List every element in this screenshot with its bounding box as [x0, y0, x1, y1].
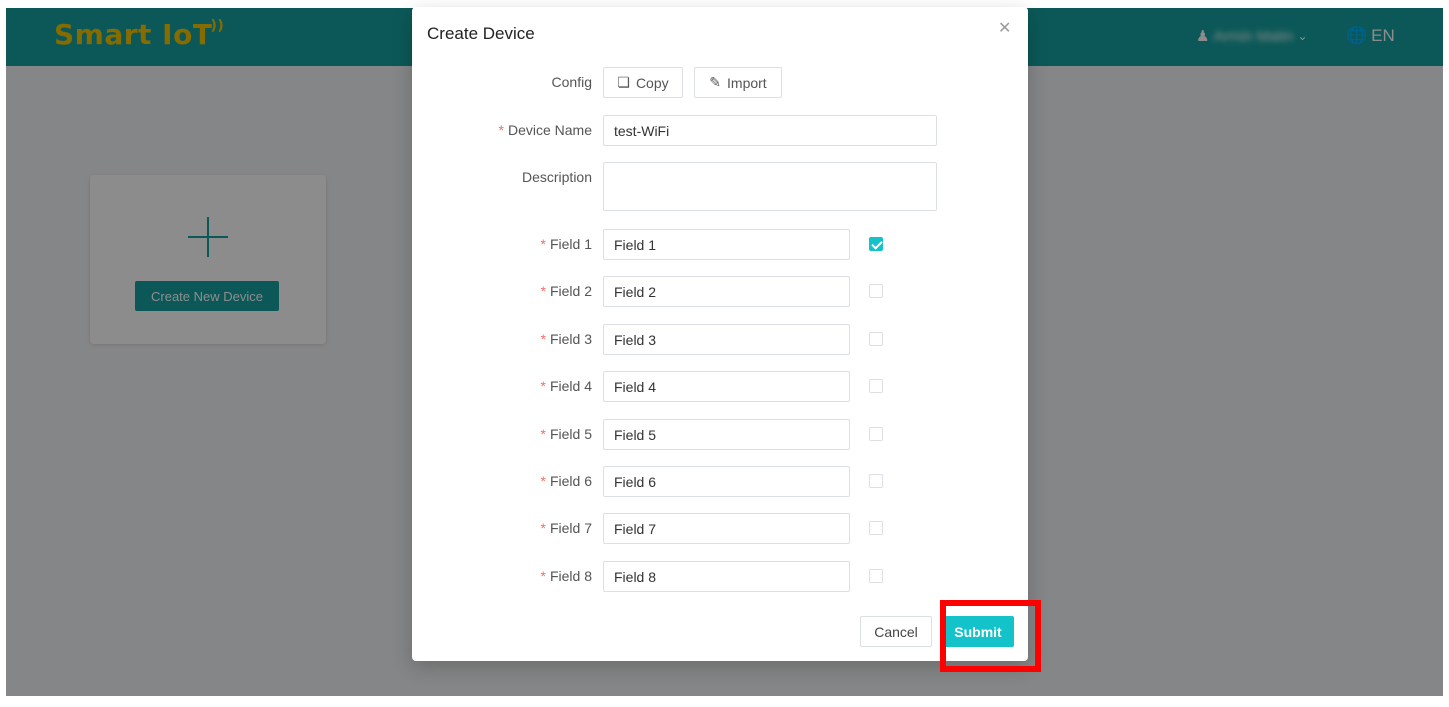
field-label-text: Field 7	[549, 520, 592, 536]
field-checkbox[interactable]	[869, 332, 883, 346]
description-label: Description	[521, 169, 592, 185]
required-mark: *	[540, 236, 546, 252]
close-icon[interactable]: ✕	[998, 18, 1011, 38]
import-button[interactable]: ✎ Import	[694, 67, 782, 98]
field-label: * Field 4	[541, 371, 592, 401]
field-label: * Field 6	[541, 466, 592, 496]
field-checkbox[interactable]	[869, 237, 883, 251]
required-mark: *	[540, 520, 546, 536]
field-input[interactable]	[603, 513, 850, 544]
field-label-text: Field 6	[549, 473, 592, 489]
field-label: * Field 7	[541, 513, 592, 543]
copy-icon: ❏	[617, 74, 630, 90]
field-label-text: Field 3	[549, 331, 592, 347]
field-label: * Field 8	[541, 561, 592, 591]
field-checkbox[interactable]	[869, 474, 883, 488]
import-icon: ✎	[709, 74, 722, 90]
field-checkbox[interactable]	[869, 284, 883, 298]
copy-button-label: Copy	[635, 74, 669, 91]
field-label-text: Field 2	[549, 283, 592, 299]
field-label: * Field 1	[541, 229, 592, 259]
field-label: * Field 3	[541, 324, 592, 354]
import-button-label: Import	[727, 74, 767, 91]
copy-button[interactable]: ❏ Copy	[603, 67, 683, 98]
cancel-button[interactable]: Cancel	[860, 616, 932, 647]
field-label-text: Field 5	[549, 426, 592, 442]
field-label-text: Field 8	[549, 568, 592, 584]
required-mark: *	[540, 378, 546, 394]
field-input[interactable]	[603, 324, 850, 355]
device-name-label: * Device Name	[499, 115, 592, 145]
field-checkbox[interactable]	[869, 379, 883, 393]
field-input[interactable]	[603, 276, 850, 307]
submit-highlight-box	[940, 600, 1041, 672]
field-checkbox[interactable]	[869, 427, 883, 441]
required-mark: *	[540, 568, 546, 584]
required-mark: *	[540, 473, 546, 489]
field-label: * Field 5	[541, 419, 592, 449]
field-label-text: Field 1	[549, 236, 592, 252]
field-checkbox[interactable]	[869, 521, 883, 535]
field-input[interactable]	[603, 419, 850, 450]
field-input[interactable]	[603, 466, 850, 497]
field-input[interactable]	[603, 229, 850, 260]
field-checkbox[interactable]	[869, 569, 883, 583]
required-mark: *	[540, 283, 546, 299]
required-mark: *	[498, 122, 504, 138]
device-name-input[interactable]	[603, 115, 937, 146]
field-label: * Field 2	[541, 276, 592, 306]
modal-title: Create Device	[427, 24, 535, 43]
field-input[interactable]	[603, 561, 850, 592]
create-device-modal: Create Device ✕ Config ❏ Copy ✎ Import *…	[412, 7, 1028, 661]
required-mark: *	[540, 331, 546, 347]
description-input[interactable]	[603, 162, 937, 211]
field-label-text: Field 4	[549, 378, 592, 394]
device-name-label-text: Device Name	[507, 122, 592, 138]
config-label: Config	[551, 74, 592, 90]
field-input[interactable]	[603, 371, 850, 402]
required-mark: *	[540, 426, 546, 442]
